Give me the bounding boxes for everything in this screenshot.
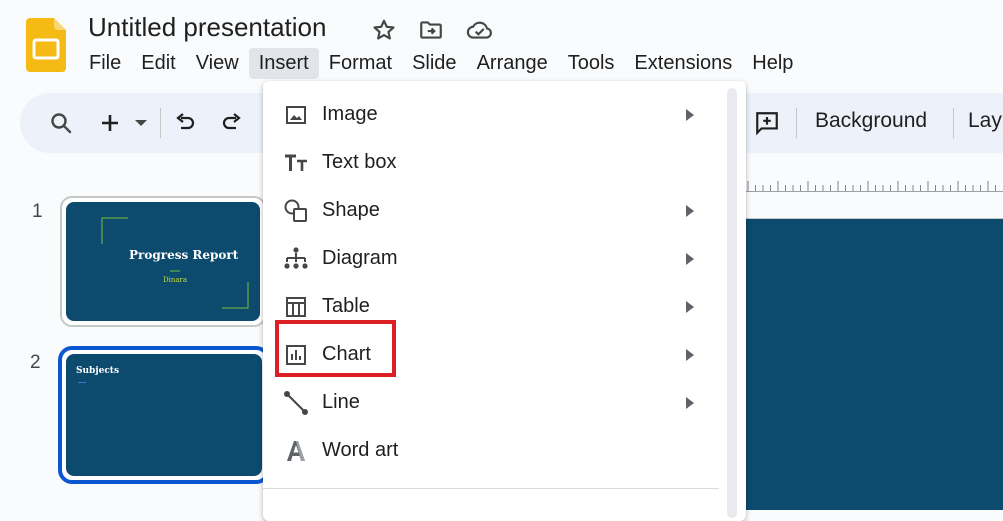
cloud-saved-icon[interactable]: [466, 16, 494, 44]
menu-item-label: Diagram: [322, 247, 398, 269]
menu-bar: File Edit View Insert Format Slide Arran…: [79, 46, 803, 80]
slide-title: Subjects: [76, 366, 120, 376]
canvas-edge: [740, 218, 1003, 219]
slide-thumbnail-2[interactable]: Subjects: [58, 346, 270, 484]
add-icon[interactable]: [95, 108, 125, 138]
menu-separator: [263, 488, 719, 489]
slide-number: 1: [32, 201, 43, 222]
word-art-icon: [283, 438, 309, 464]
slide-subtitle: Dinara: [163, 276, 188, 284]
menu-item-label: Shape: [322, 199, 380, 221]
shape-icon: [283, 198, 309, 224]
submenu-arrow-icon: [684, 348, 698, 362]
slide-thumbnail-content: Subjects: [66, 354, 262, 476]
submenu-arrow-icon: [684, 252, 698, 266]
menu-view[interactable]: View: [186, 48, 249, 79]
document-title[interactable]: Untitled presentation: [88, 12, 326, 43]
slide-thumbnail-1[interactable]: Progress Report Dinara: [60, 196, 266, 327]
star-icon[interactable]: [370, 16, 398, 44]
ruler: [747, 181, 996, 191]
menu-slide[interactable]: Slide: [402, 48, 466, 79]
toolbar-divider: [796, 108, 797, 138]
undo-icon[interactable]: [170, 108, 200, 138]
slide-number: 2: [30, 352, 41, 373]
redo-icon[interactable]: [217, 108, 247, 138]
menu-item-label: Table: [322, 295, 370, 317]
diagram-icon: [283, 246, 309, 272]
image-icon: [283, 102, 309, 128]
menu-tools[interactable]: Tools: [558, 48, 625, 79]
text-box-icon: [283, 150, 309, 176]
add-comment-icon[interactable]: [752, 108, 782, 138]
slides-logo-icon[interactable]: [26, 18, 66, 72]
menu-format[interactable]: Format: [319, 48, 402, 79]
menu-help[interactable]: Help: [742, 48, 803, 79]
menu-item-label: Word art: [322, 439, 399, 461]
menu-item-label: Line: [322, 391, 360, 413]
submenu-arrow-icon: [684, 204, 698, 218]
menu-item-label: Text box: [322, 151, 397, 173]
menu-item-label: Image: [322, 103, 378, 125]
slide-title: Progress Report: [129, 248, 239, 262]
menu-extensions[interactable]: Extensions: [624, 48, 742, 79]
menu-insert[interactable]: Insert: [248, 47, 319, 79]
slide-canvas[interactable]: [740, 218, 1003, 510]
line-icon: [283, 390, 309, 416]
toolbar-divider: [953, 108, 954, 138]
background-button[interactable]: Background: [815, 109, 927, 133]
table-icon: [283, 294, 309, 320]
move-to-folder-icon[interactable]: [417, 16, 445, 44]
slide-thumbnail-content: Progress Report Dinara: [66, 202, 260, 321]
menu-scrollbar[interactable]: [727, 88, 737, 518]
highlight-annotation: [275, 320, 396, 377]
submenu-arrow-icon: [684, 300, 698, 314]
title-underline: [78, 382, 86, 383]
toolbar-divider: [160, 108, 161, 138]
submenu-arrow-icon: [684, 108, 698, 122]
menu-arrange[interactable]: Arrange: [467, 48, 558, 79]
search-icon[interactable]: [46, 108, 76, 138]
menu-file[interactable]: File: [79, 48, 131, 79]
ruler-baseline: [745, 191, 1003, 192]
menu-edit[interactable]: Edit: [131, 48, 185, 79]
layout-button[interactable]: Lay: [968, 109, 1002, 133]
dropdown-arrow-icon[interactable]: [127, 108, 155, 138]
submenu-arrow-icon: [684, 396, 698, 410]
